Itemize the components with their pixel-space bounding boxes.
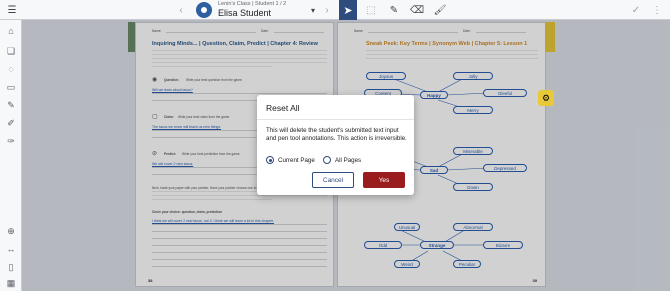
document-icon[interactable]: ▯ xyxy=(4,260,18,274)
grid-icon[interactable]: ▦ xyxy=(4,276,18,290)
more-icon[interactable]: ⋮ xyxy=(650,3,664,17)
fit-width-icon[interactable]: ↔ xyxy=(4,242,18,256)
bookmark-icon[interactable]: ❏ xyxy=(4,44,18,58)
radio-label: All Pages xyxy=(335,156,362,164)
previous-student-icon[interactable]: ‹ xyxy=(174,3,188,17)
chevron-down-icon[interactable]: ▾ xyxy=(308,5,318,15)
pen-icon[interactable]: ✎ xyxy=(387,3,401,17)
menu-icon[interactable]: ☰ xyxy=(5,3,19,17)
pointer-tool-button[interactable]: ➤ xyxy=(339,0,357,20)
note-icon[interactable]: ✑ xyxy=(4,134,18,148)
cancel-button[interactable]: Cancel xyxy=(312,172,354,188)
chat-icon[interactable]: ◌ xyxy=(4,62,18,76)
brush-icon[interactable]: 🖌 xyxy=(433,3,447,17)
check-icon[interactable]: ✓ xyxy=(629,3,643,17)
reset-all-dialog: Reset All This will delete the student's… xyxy=(257,95,414,195)
select-area-icon[interactable]: ⬚ xyxy=(364,3,378,17)
dialog-message: This will delete the student's submitted… xyxy=(266,127,407,143)
cursor-icon: ➤ xyxy=(343,4,353,17)
radio-unchecked-icon[interactable] xyxy=(323,156,331,164)
student-name: Elisa Student xyxy=(218,7,272,18)
comment-icon[interactable]: ▭ xyxy=(4,80,18,94)
highlighter-icon[interactable]: ✐ xyxy=(4,116,18,130)
left-sidebar: ⌂ ❏ ◌ ▭ ✎ ✐ ✑ ⊕ ↔ ▯ ▦ xyxy=(0,20,22,291)
radio-current-page[interactable]: Current Page xyxy=(266,156,315,164)
radio-label: Current Page xyxy=(278,156,315,164)
avatar xyxy=(196,2,212,18)
eraser-icon[interactable]: ⌫ xyxy=(410,3,424,17)
student-tool-badge[interactable]: ⚙ xyxy=(538,90,554,106)
person-gear-icon: ⚙ xyxy=(541,92,551,103)
home-icon[interactable]: ⌂ xyxy=(4,24,18,38)
yes-button[interactable]: Yes xyxy=(363,172,405,188)
pencil-icon[interactable]: ✎ xyxy=(4,98,18,112)
class-info: Lenin's Class | Student 1 / 2 xyxy=(218,1,287,8)
student-selector[interactable]: Lenin's Class | Student 1 / 2 Elisa Stud… xyxy=(196,1,286,19)
divider xyxy=(257,119,414,120)
dialog-title: Reset All xyxy=(266,103,300,113)
radio-all-pages[interactable]: All Pages xyxy=(323,156,361,164)
zoom-in-icon[interactable]: ⊕ xyxy=(4,224,18,238)
radio-checked-icon[interactable] xyxy=(266,156,274,164)
next-student-icon[interactable]: › xyxy=(320,3,334,17)
top-toolbar: ☰ ‹ Lenin's Class | Student 1 / 2 Elisa … xyxy=(0,0,670,20)
